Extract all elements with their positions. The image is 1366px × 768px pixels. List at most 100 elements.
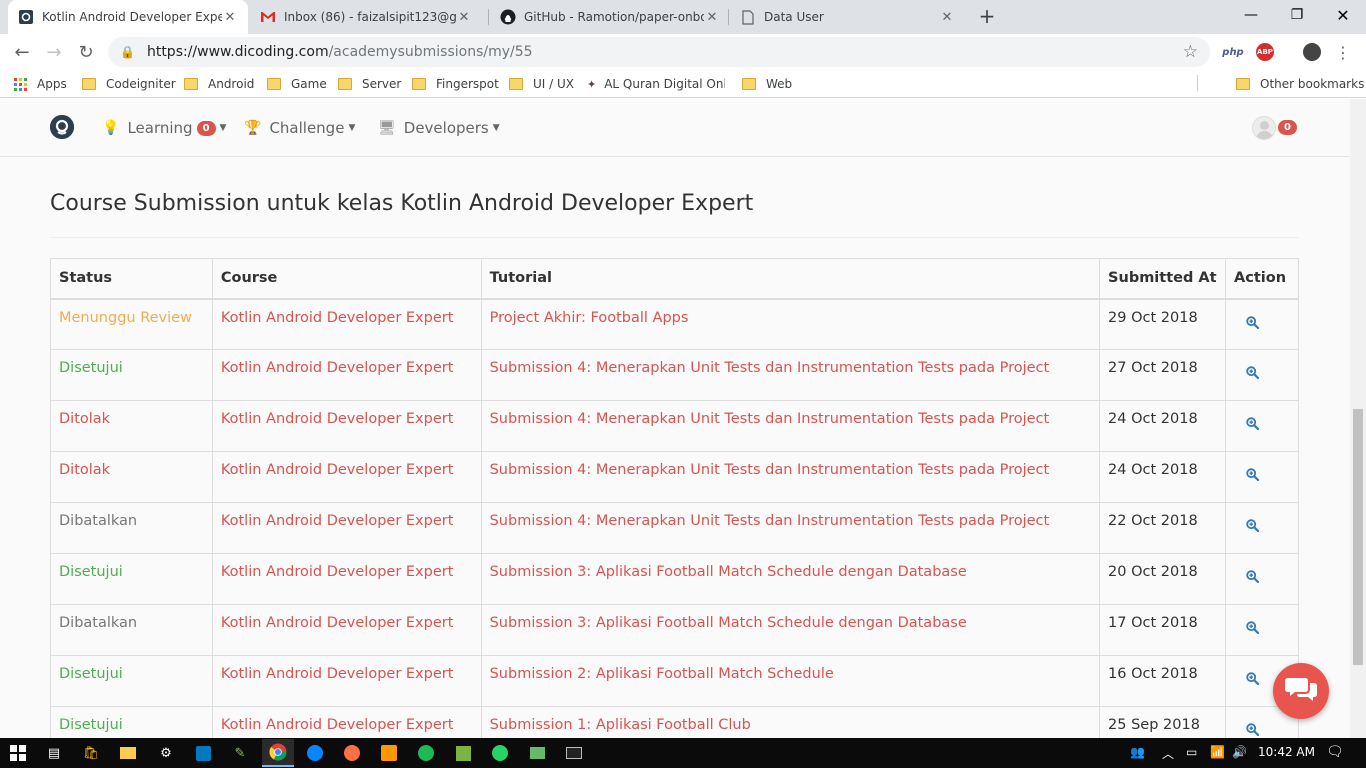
zoom-in-icon[interactable]	[1246, 570, 1260, 587]
tab-close-icon[interactable]: ✕	[222, 10, 238, 25]
bookmark-ui-ux[interactable]: UI / UX	[509, 75, 574, 93]
address-bar[interactable]: 🔒 https://www.dicoding.com/academysubmis…	[108, 37, 1210, 67]
dicoding-favicon-icon	[18, 9, 34, 25]
wifi-icon[interactable]: 📶	[1210, 745, 1225, 759]
action-cell	[1225, 451, 1299, 503]
nav-challenge[interactable]: 🏆 Challenge ▼	[244, 117, 355, 139]
chat-button[interactable]	[1273, 663, 1329, 719]
reload-icon[interactable]: ↻	[72, 38, 100, 66]
minimize-icon[interactable]: —	[1228, 0, 1274, 30]
app-icon[interactable]: ✎	[230, 743, 250, 763]
nav-developers[interactable]: 🖥 Developers ▼	[378, 117, 500, 139]
tab-dicoding[interactable]: Kotlin Android Developer Expert ✕	[8, 0, 248, 34]
chevron-up-icon[interactable]: ︿	[1162, 745, 1174, 762]
php-extension-icon[interactable]: php	[1222, 42, 1244, 62]
nav-learning[interactable]: 💡 Learning 0 ▼	[102, 117, 226, 139]
app-icon[interactable]	[342, 743, 362, 763]
tutorial-link[interactable]: Submission 4: Menerapkan Unit Tests dan …	[490, 462, 1050, 478]
tab-close-icon[interactable]: ✕	[939, 10, 955, 25]
course-link[interactable]: Kotlin Android Developer Expert	[221, 717, 454, 733]
status-label: Disetujui	[59, 360, 123, 376]
course-link[interactable]: Kotlin Android Developer Expert	[221, 310, 454, 326]
bookmark-apps[interactable]: Apps	[14, 75, 67, 93]
bookmark-game[interactable]: Game	[267, 75, 327, 93]
store-icon[interactable]: 🛍	[81, 743, 101, 763]
bookmark-codeigniter[interactable]: Codeigniter	[82, 75, 176, 93]
bookmark-fingerspot[interactable]: Fingerspot	[412, 75, 499, 93]
restore-icon[interactable]: ❐	[1274, 0, 1320, 30]
terminal-icon[interactable]	[564, 743, 584, 763]
tab-github[interactable]: GitHub - Ramotion/paper-onboa ✕	[490, 0, 730, 34]
course-link[interactable]: Kotlin Android Developer Expert	[221, 615, 454, 631]
adblock-plus-icon[interactable]: ABP	[1256, 43, 1274, 61]
zoom-in-icon[interactable]	[1246, 315, 1260, 333]
zoom-in-icon[interactable]	[1246, 672, 1260, 689]
new-tab-plus-icon[interactable]: +	[975, 4, 999, 28]
zoom-in-icon[interactable]	[1246, 519, 1260, 536]
user-avatar[interactable]	[1252, 116, 1276, 140]
bookmark-android[interactable]: Android	[184, 75, 254, 93]
course-link[interactable]: Kotlin Android Developer Expert	[221, 666, 454, 682]
tutorial-link[interactable]: Submission 4: Menerapkan Unit Tests dan …	[490, 411, 1050, 427]
zoom-in-icon[interactable]	[1246, 417, 1260, 434]
tutorial-link[interactable]: Project Akhir: Football Apps	[490, 310, 689, 326]
sublime-text-icon[interactable]	[379, 743, 399, 763]
tutorial-link[interactable]: Submission 4: Menerapkan Unit Tests dan …	[490, 513, 1050, 529]
tutorial-link[interactable]: Submission 3: Aplikasi Football Match Sc…	[490, 615, 967, 631]
chrome-menu-icon[interactable]: ⋮	[1335, 42, 1351, 62]
course-link[interactable]: Kotlin Android Developer Expert	[221, 411, 454, 427]
tutorial-link[interactable]: Submission 3: Aplikasi Football Match Sc…	[490, 564, 967, 580]
tab-close-icon[interactable]: ✕	[456, 10, 472, 25]
task-view-icon[interactable]: ▤	[44, 743, 64, 763]
zoom-in-icon[interactable]	[1246, 366, 1260, 383]
zoom-in-icon[interactable]	[1246, 723, 1260, 738]
bookmark-al-quran[interactable]: ✦ AL Quran Digital Onli	[587, 75, 725, 93]
action-center-icon[interactable]: 🗨	[1326, 744, 1344, 760]
file-explorer-icon[interactable]	[118, 743, 138, 763]
chevron-down-icon: ▼	[492, 123, 500, 133]
tutorial-link[interactable]: Submission 1: Aplikasi Football Club	[490, 717, 751, 733]
trello-icon[interactable]	[193, 743, 213, 763]
bookmark-other[interactable]: Other bookmarks	[1236, 75, 1364, 93]
status-label: Disetujui	[59, 717, 123, 733]
course-link[interactable]: Kotlin Android Developer Expert	[221, 513, 454, 529]
tutorial-link[interactable]: Submission 2: Aplikasi Football Match Sc…	[490, 666, 834, 682]
tab-close-icon[interactable]: ✕	[704, 10, 720, 25]
nav-learning-label: Learning	[127, 119, 193, 137]
course-cell: Kotlin Android Developer Expert	[211, 604, 482, 656]
scrollbar-thumb[interactable]	[1353, 409, 1363, 665]
tab-data-user[interactable]: Data User ✕	[730, 0, 965, 34]
notification-badge[interactable]: 0	[1278, 120, 1297, 135]
course-cell: Kotlin Android Developer Expert	[211, 655, 482, 707]
course-link[interactable]: Kotlin Android Developer Expert	[221, 462, 454, 478]
back-arrow-icon[interactable]: ←	[8, 38, 36, 66]
chrome-taskbar-icon[interactable]	[262, 739, 294, 767]
course-cell: Kotlin Android Developer Expert	[211, 400, 482, 452]
bookmark-server[interactable]: Server	[338, 75, 401, 93]
profile-avatar-icon[interactable]	[1303, 43, 1321, 61]
course-link[interactable]: Kotlin Android Developer Expert	[221, 360, 454, 376]
whatsapp-icon[interactable]	[490, 743, 510, 763]
tab-gmail[interactable]: Inbox (86) - faizalsipit123@gmail ✕	[250, 0, 482, 34]
app-icon[interactable]	[527, 743, 547, 763]
tutorial-link[interactable]: Submission 4: Menerapkan Unit Tests dan …	[490, 360, 1050, 376]
people-icon[interactable]: 👥	[1130, 745, 1145, 759]
battery-icon[interactable]: ▭	[1186, 745, 1197, 759]
bookmark-star-icon[interactable]: ☆	[1183, 42, 1198, 62]
window-close-icon[interactable]: ✕	[1320, 0, 1366, 30]
app-icon[interactable]	[453, 743, 473, 763]
app-icon[interactable]: ⚙	[156, 743, 176, 763]
zoom-in-icon[interactable]	[1246, 468, 1260, 485]
dicoding-logo[interactable]	[50, 115, 74, 139]
firefox-icon[interactable]	[305, 743, 325, 763]
bookmark-web[interactable]: Web	[742, 75, 792, 93]
volume-icon[interactable]: 🔊	[1232, 745, 1247, 759]
spotify-icon[interactable]	[416, 743, 436, 763]
windows-start-icon[interactable]	[8, 743, 28, 763]
clock[interactable]: 10:42 AM	[1258, 745, 1315, 759]
zoom-in-icon[interactable]	[1246, 621, 1260, 638]
forward-arrow-icon[interactable]: →	[40, 38, 68, 66]
page-scrollbar[interactable]	[1350, 99, 1366, 738]
course-link[interactable]: Kotlin Android Developer Expert	[221, 564, 454, 580]
quran-icon: ✦	[587, 77, 597, 91]
